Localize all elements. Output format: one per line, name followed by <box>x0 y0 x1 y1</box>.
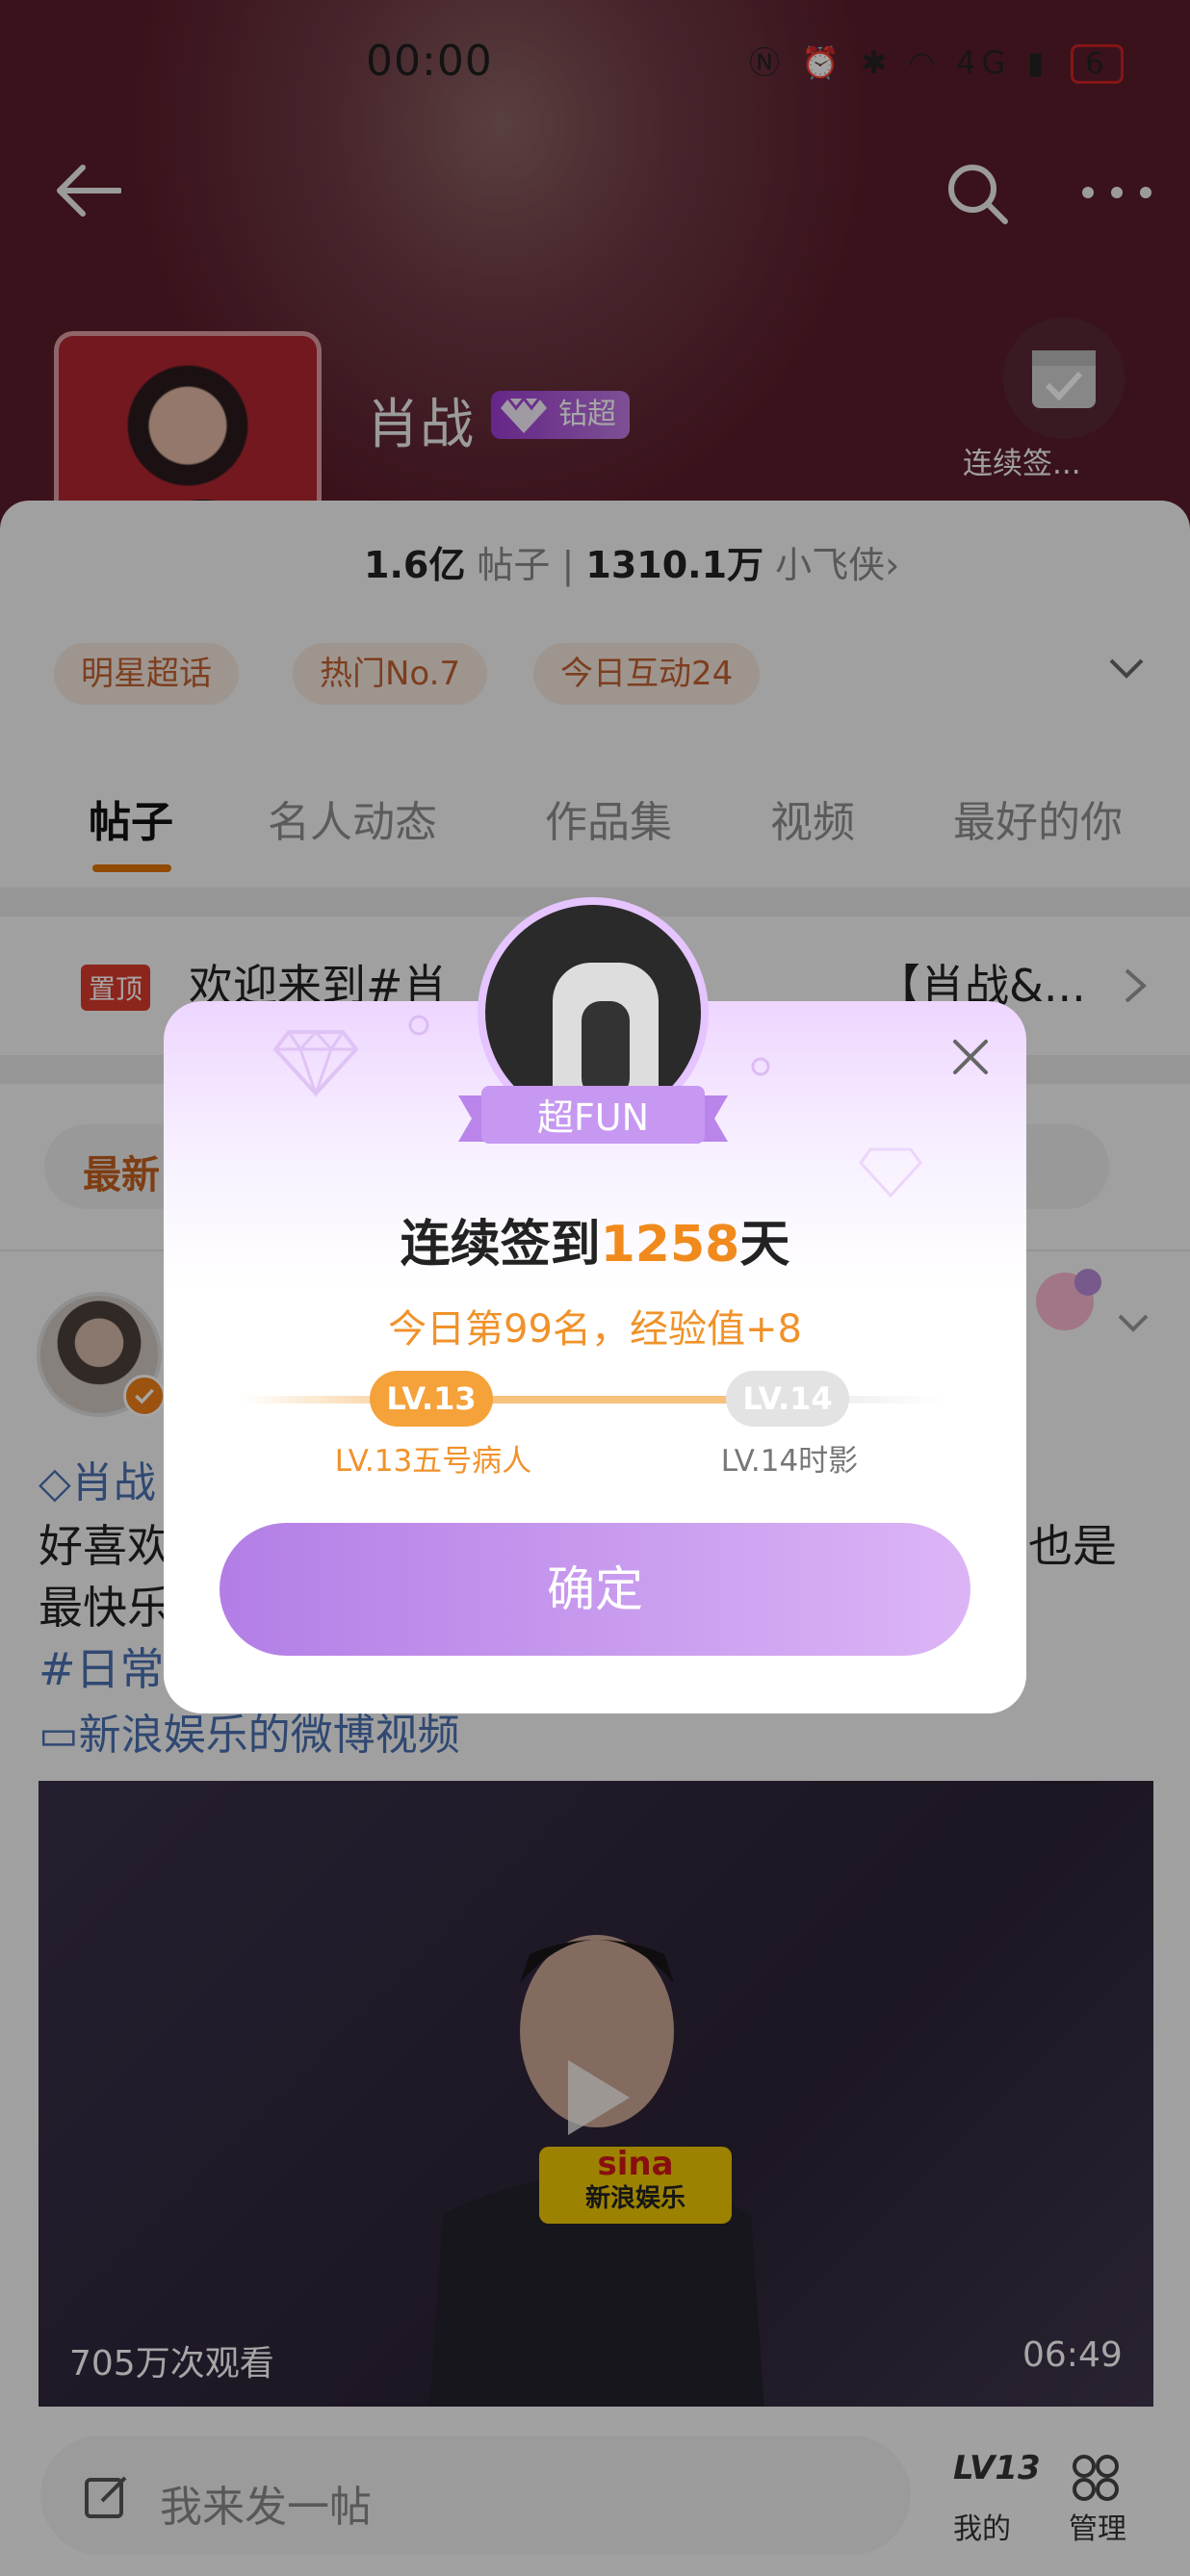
title-prefix: 连续签到 <box>400 1216 601 1274</box>
circle-decoration-icon <box>408 1015 429 1036</box>
next-level-badge: LV.14 <box>726 1371 849 1427</box>
streak-days: 1258 <box>600 1216 740 1274</box>
diamond-icon <box>859 1147 922 1198</box>
circle-decoration-icon <box>751 1057 770 1076</box>
checkin-streak-title: 连续签到1258天 <box>164 1203 1026 1275</box>
checkin-rank-exp: 今日第99名，经验值+8 <box>388 1307 802 1352</box>
close-icon[interactable] <box>949 1036 992 1078</box>
title-suffix: 天 <box>739 1216 790 1274</box>
ribbon-label: 超FUN <box>536 1096 650 1139</box>
current-level-badge: LV.13 <box>370 1371 493 1427</box>
current-level-name: LV.13五号病人 <box>334 1444 532 1479</box>
diamond-icon <box>272 1029 359 1098</box>
confirm-button[interactable]: 确定 <box>220 1523 970 1656</box>
next-level-name: LV.14时影 <box>720 1444 859 1479</box>
